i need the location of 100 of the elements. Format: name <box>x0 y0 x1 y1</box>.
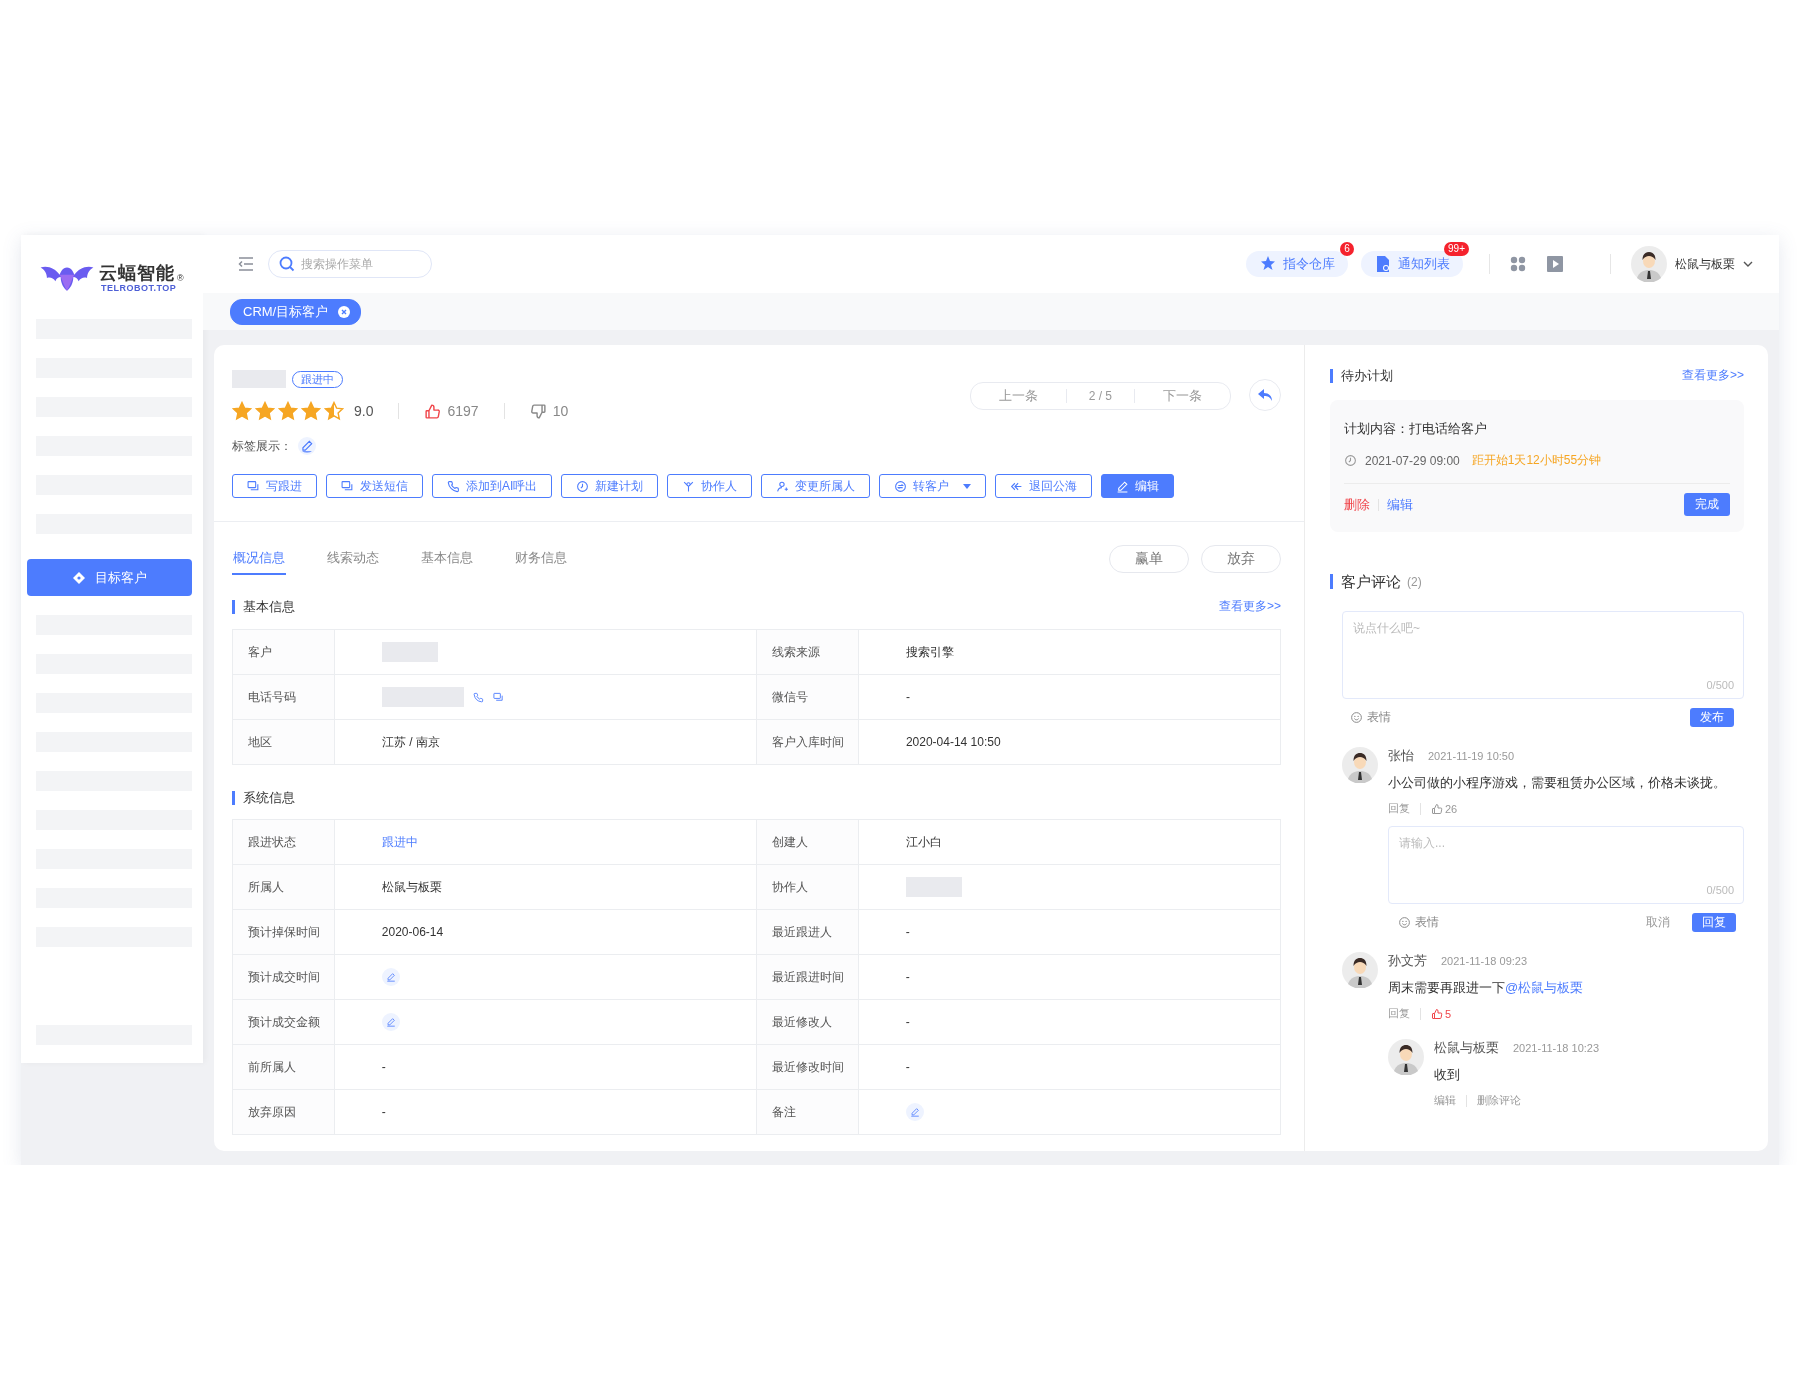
field-label: 地区 <box>232 719 335 765</box>
field-label: 放弃原因 <box>232 1089 335 1135</box>
page-tab[interactable]: CRM/目标客户 <box>230 298 362 325</box>
cancel-link[interactable]: 取消 <box>1646 913 1670 931</box>
like-count[interactable]: 5 <box>1431 1007 1452 1020</box>
play-icon[interactable] <box>1547 256 1563 272</box>
countdown: 距开始1天12小时55分钟 <box>1471 452 1602 469</box>
action-button[interactable]: 转客户 <box>879 474 987 498</box>
emoji-button[interactable]: 表情 <box>1398 913 1439 931</box>
phone-icon <box>447 479 460 493</box>
plan-time: 2021-07-29 09:00 <box>1365 453 1460 468</box>
pencil-icon <box>1116 479 1130 493</box>
field-label: 电话号码 <box>232 674 335 720</box>
count-badge: 99+ <box>1444 242 1469 256</box>
comment-text: 小公司做的小程序游戏，需要租赁办公区域，价格未谈拢。 <box>1388 774 1727 792</box>
field-label: 所属人 <box>232 864 335 910</box>
like-count[interactable]: 26 <box>1431 802 1458 815</box>
field-label: 预计掉保时间 <box>232 909 335 955</box>
tab[interactable]: 财务信息 <box>514 543 568 575</box>
diamond-icon <box>72 571 85 584</box>
exchange-icon <box>894 479 908 493</box>
search-field[interactable]: 搜索操作菜单 <box>268 250 432 278</box>
edit-button[interactable] <box>381 968 400 986</box>
person-icon <box>776 479 790 493</box>
view-more-link[interactable]: 查看更多>> <box>1219 598 1281 615</box>
sidebar-item[interactable]: 目标客户 <box>27 559 192 596</box>
emoji-button[interactable]: 表情 <box>1350 708 1391 726</box>
field-label: 协作人 <box>756 864 859 910</box>
star-icon <box>301 401 321 421</box>
outcome-button[interactable]: 放弃 <box>1201 545 1281 573</box>
field-value: 江苏 / 南京 <box>334 719 757 765</box>
comment-author: 孙文芳 <box>1388 952 1427 970</box>
action-button[interactable]: 发送短信 <box>326 474 423 498</box>
edit-button[interactable] <box>381 1013 400 1031</box>
field-label: 线索来源 <box>756 629 859 675</box>
pencil-icon <box>385 972 396 982</box>
submit-button[interactable]: 回复 <box>1692 912 1736 932</box>
action-button[interactable]: 编辑 <box>1101 474 1175 498</box>
reply-link[interactable]: 回复 <box>1388 801 1410 816</box>
clock-icon <box>1344 454 1357 467</box>
message-icon <box>341 479 354 493</box>
dislike-count[interactable]: 10 <box>529 402 569 420</box>
tab[interactable]: 线索动态 <box>326 543 380 575</box>
action-button[interactable]: 协作人 <box>667 474 753 498</box>
action-button[interactable]: 新建计划 <box>561 474 659 498</box>
back-button[interactable] <box>1249 379 1281 411</box>
outcome-button[interactable]: 赢单 <box>1109 545 1189 573</box>
registered-mark: ® <box>177 273 184 283</box>
user-name[interactable]: 松鼠与板栗 <box>1675 255 1735 273</box>
search-icon <box>279 256 295 272</box>
thumbs-up-icon <box>1431 802 1443 815</box>
edit-button[interactable] <box>905 1103 924 1121</box>
like-count[interactable]: 6197 <box>424 402 479 420</box>
chat-icon <box>247 479 260 493</box>
section-title: 客户评论 <box>1330 574 1401 589</box>
field-label: 微信号 <box>756 674 859 720</box>
phone-icon[interactable] <box>472 691 484 703</box>
comment-action-link[interactable]: 编辑 <box>1434 1093 1456 1108</box>
action-button[interactable]: 变更所属人 <box>761 474 871 498</box>
action-button[interactable]: 添加到AI呼出 <box>432 474 553 498</box>
field-label: 最近跟进时间 <box>756 954 859 1000</box>
field-label: 最近修改人 <box>756 999 859 1045</box>
comment-text: 周末需要再跟进一下@松鼠与板栗 <box>1388 979 1585 997</box>
avatar <box>1342 952 1378 988</box>
tab[interactable]: 概况信息 <box>232 543 286 575</box>
field-value: - <box>858 909 1281 955</box>
field-value: 2020-04-14 10:50 <box>858 719 1281 765</box>
rating-score: 9.0 <box>354 403 374 419</box>
field-value: - <box>858 999 1281 1045</box>
header-button[interactable]: 通知列表 <box>1361 251 1463 277</box>
count-badge: 6 <box>1340 242 1354 256</box>
mention-link[interactable]: @松鼠与板栗 <box>1505 980 1584 995</box>
tab[interactable]: 基本信息 <box>420 543 474 575</box>
comment-action-link[interactable]: 删除评论 <box>1477 1093 1521 1108</box>
delete-link[interactable]: 删除 <box>1344 495 1370 514</box>
pencil-icon <box>385 1017 396 1027</box>
edit-icon[interactable] <box>298 437 316 455</box>
branch-icon <box>682 479 696 493</box>
menu-icon[interactable] <box>238 257 254 271</box>
reply-link[interactable]: 回复 <box>1388 1006 1410 1021</box>
field-label: 客户 <box>232 629 335 675</box>
status-link[interactable]: 跟进中 <box>334 819 757 865</box>
page-position: 2 / 5 <box>1065 389 1135 403</box>
view-more-link[interactable]: 查看更多>> <box>1682 367 1744 384</box>
caret-icon[interactable] <box>1743 261 1753 267</box>
field-value: - <box>334 1089 757 1135</box>
submit-button[interactable]: 发布 <box>1690 707 1734 727</box>
avatar <box>1342 747 1378 783</box>
action-button[interactable]: 退回公海 <box>995 474 1093 498</box>
field-value: - <box>334 1044 757 1090</box>
avatar <box>1388 1039 1424 1075</box>
close-icon[interactable] <box>338 305 351 318</box>
action-button[interactable]: 写跟进 <box>232 474 317 498</box>
complete-button[interactable]: 完成 <box>1684 493 1730 516</box>
edit-link[interactable]: 编辑 <box>1387 495 1413 514</box>
thumbs-down-icon <box>529 402 547 420</box>
header-button[interactable]: 指令仓库 <box>1246 251 1348 277</box>
field-value: 搜索引擎 <box>858 629 1281 675</box>
message-icon[interactable] <box>492 691 504 703</box>
apps-icon[interactable] <box>1510 256 1526 272</box>
